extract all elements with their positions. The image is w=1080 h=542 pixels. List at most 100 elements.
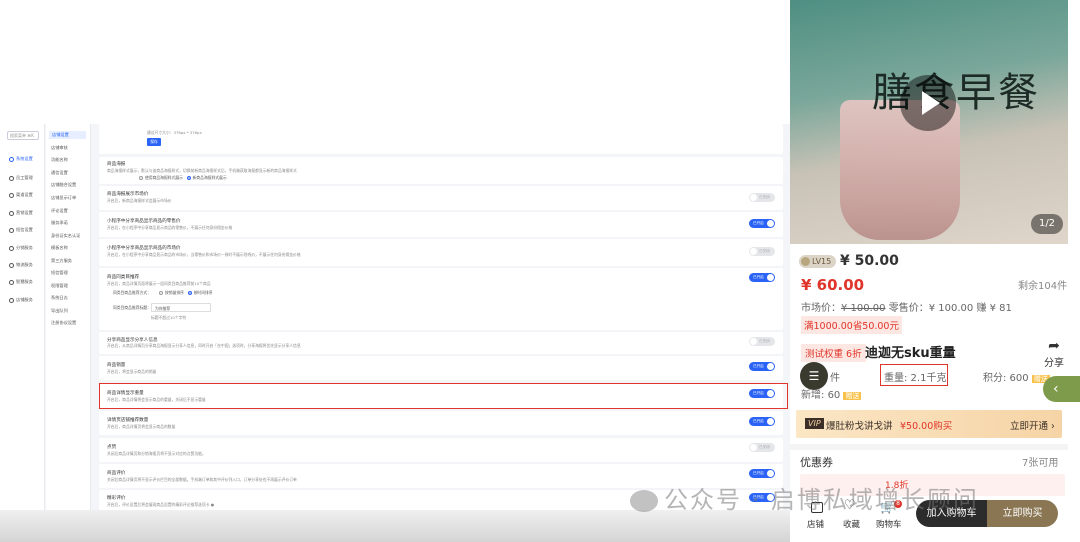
- nav1-item-shop[interactable]: 店铺服务: [9, 297, 33, 303]
- radio-new-style[interactable]: [186, 176, 191, 180]
- nav1-item-marketing[interactable]: 营销设置: [9, 210, 33, 216]
- settings-card-sharer-info: 分享商品显示分享人信息 开启后，从商品详情页分享商品海报显示分享人信息，同时开启…: [99, 332, 783, 354]
- channel-icon: [9, 192, 14, 198]
- nav1-item-staff[interactable]: 员工管理: [9, 175, 33, 181]
- radio-old-style[interactable]: [139, 176, 143, 180]
- toggle-switch[interactable]: 已关闭: [749, 193, 775, 202]
- radio-label: 使用商品海报样式展示: [145, 175, 183, 180]
- mobile-product-page: 膳食早餐 1/2 LV15 ¥ 50.00 ¥ 60.00 剩余104件 市场价…: [790, 0, 1080, 542]
- share-button[interactable]: ➦ 分享: [1040, 338, 1068, 369]
- toggle-switch[interactable]: 已开启: [749, 219, 775, 228]
- nav1-label: 系统设置: [16, 156, 33, 161]
- nav1-label: 短信设置: [16, 227, 33, 232]
- save-button[interactable]: 保存: [147, 138, 161, 146]
- product-name: 迪迦无sku重量: [865, 346, 956, 361]
- nav2-item[interactable]: 权限管理: [51, 283, 68, 289]
- nav1-item-distribution[interactable]: 分销服务: [9, 245, 33, 251]
- radio-by-time[interactable]: [187, 291, 192, 295]
- settings-card-share-retail: 小程序中分享商品显示商品的零售价 开启后，在小程序中分享商品显示商品的零售价，不…: [99, 212, 783, 237]
- size-hint: 建议尺寸大小：376px * 376px: [147, 130, 202, 135]
- toggle-switch[interactable]: 已关闭: [749, 443, 775, 452]
- section-title: 商品同类目推荐: [107, 275, 140, 280]
- nav1-label: 渠道设置: [16, 192, 33, 197]
- nav2-item[interactable]: 店铺审核: [51, 145, 68, 151]
- toggle-switch[interactable]: 已开启: [749, 273, 775, 282]
- nav2-item[interactable]: 导出队列: [51, 308, 68, 314]
- recommend-title-input[interactable]: 为你推荐: [151, 303, 211, 312]
- nav2-item[interactable]: 注册协议设置: [51, 320, 76, 326]
- buy-now-button[interactable]: 立即购买: [987, 500, 1058, 527]
- nav2-item[interactable]: 身份证实名认证: [51, 233, 80, 239]
- recommend-title-hint: 标题不超过10个字符: [151, 315, 187, 320]
- tab-favorite-label[interactable]: 收藏: [843, 518, 860, 530]
- wechat-icon: [630, 490, 658, 512]
- message-icon: [9, 227, 14, 233]
- section-title: 精彩评价: [107, 496, 126, 501]
- section-desc: 开启后，从商品详情页分享商品海报显示分享人信息，同时开启「在中国」选项时，分享海…: [107, 343, 301, 348]
- vip-text: 爆肚粉戈讲戈讲: [826, 421, 893, 432]
- section-desc: 开启后，将会显示商品的销量: [107, 369, 157, 374]
- nav-search-input[interactable]: 搜索菜单 ⌘K: [7, 131, 39, 140]
- vip-price: ¥50.00购买: [900, 421, 953, 432]
- nav2-item[interactable]: 功能名称: [51, 157, 68, 163]
- nav2-item[interactable]: 店铺融合设置: [51, 182, 76, 188]
- settings-card-recommend: 商品同类目推荐 开启后，商品详情页面将展示一组同类目商品推荐前10个商品 已开启…: [99, 268, 783, 330]
- toggle-switch[interactable]: 已关闭: [749, 247, 775, 256]
- distribution-icon: [9, 245, 14, 251]
- section-desc: 商品海报样式展示，默认与该商品海报样式，切换前新商品海报样式后，手机端获取海报都…: [107, 168, 297, 173]
- section-title: 商品海报: [107, 162, 126, 167]
- retail-price: ¥ 100.00: [928, 303, 974, 314]
- price-row: 市场价：¥ 100.00 零售价：¥ 100.00 赚 ¥ 81: [801, 299, 1012, 314]
- shop-icon: [9, 297, 14, 303]
- points-label: 积分: 600: [983, 373, 1029, 384]
- sales-unit: 件: [830, 373, 840, 384]
- nav1-item-system[interactable]: 系统设置: [9, 156, 33, 162]
- settings-card-poster-market: 商品海报展示市场价 开启后，新商品海报样式会展示市场价 已关闭: [99, 186, 783, 210]
- nav2-item[interactable]: 第三方服务: [51, 258, 72, 264]
- toggle-switch[interactable]: 已开启: [749, 469, 775, 478]
- product-hero-image[interactable]: 膳食早餐 1/2: [790, 0, 1068, 244]
- nav2-item[interactable]: 评论设置: [51, 208, 68, 214]
- member-price: ¥ 50.00: [840, 253, 899, 269]
- nav1-item-smart[interactable]: 智慧服务: [9, 279, 33, 285]
- section-title: 小程序中分享商品显示商品的零售价: [107, 219, 181, 224]
- nav2-item[interactable]: 店铺设置: [49, 131, 86, 139]
- primary-nav: 搜索菜单 ⌘K 系统设置 员工管理 渠道设置 营销设置 短信设置 分销服务 物流…: [0, 124, 45, 510]
- settings-card-top: 建议尺寸大小：376px * 376px 保存: [99, 124, 783, 154]
- nav2-item[interactable]: 系统日志: [51, 295, 68, 301]
- section-desc: 开启后，评价设置后将会展现商品设置的精彩评论推荐选项卡 ●: [107, 502, 215, 507]
- tab-cart-label[interactable]: 购物车: [876, 518, 902, 530]
- user-icon: [9, 175, 14, 181]
- section-title: 点赞: [107, 445, 117, 450]
- nav1-item-channel[interactable]: 渠道设置: [9, 192, 33, 198]
- toggle-switch[interactable]: 已开启: [749, 362, 775, 371]
- section-desc: 关闭后商品详情页将不显示评价栏目的全部数据。手机端订单和其中评价列入口，订单分享…: [107, 477, 297, 482]
- nav2-item[interactable]: 通信设置: [51, 170, 68, 176]
- nav1-label: 营销设置: [16, 210, 33, 215]
- nav2-item[interactable]: 短信管理: [51, 270, 68, 276]
- nav2-item[interactable]: 店铺显示订单: [51, 195, 76, 201]
- coupon-count[interactable]: 7张可用: [1022, 454, 1058, 469]
- nav2-item[interactable]: 服务承诺: [51, 220, 68, 226]
- vip-banner[interactable]: VIP 爆肚粉戈讲戈讲 ¥50.00购买 立即开通 ›: [796, 410, 1062, 438]
- weight-highlight: [880, 364, 948, 386]
- share-label: 分享: [1044, 358, 1064, 369]
- nav1-item-logistics[interactable]: 物流服务: [9, 262, 33, 268]
- back-arrow-icon[interactable]: ‹: [1043, 376, 1080, 402]
- recommend-mode-options: 按销量排序 按时间排序: [159, 290, 213, 296]
- settings-content: 建议尺寸大小：376px * 376px 保存 商品海报 商品海报样式展示，默认…: [99, 124, 787, 510]
- play-icon[interactable]: [900, 75, 956, 131]
- radio-by-sales[interactable]: [159, 291, 163, 295]
- recommend-mode-label: 同类目商品推荐方式：: [113, 290, 151, 295]
- section-title: 商品销量: [107, 363, 126, 368]
- nav2-item[interactable]: 模板名称: [51, 245, 68, 251]
- nav1-item-sms[interactable]: 短信设置: [9, 227, 33, 233]
- tab-shop-label[interactable]: 店铺: [807, 518, 824, 530]
- toggle-switch[interactable]: 已开启: [749, 417, 775, 426]
- toggle-switch[interactable]: 已关闭: [749, 337, 775, 346]
- vip-open-link[interactable]: 立即开通 ›: [1010, 418, 1055, 432]
- settings-card-shop-recommend: 详情页店铺推荐数量 开启后，商品详情页将会显示商品的数量 已开启: [99, 411, 783, 435]
- nav1-label: 分销服务: [16, 245, 33, 250]
- bonus-prefix: 新增:: [801, 390, 825, 401]
- watermark: 公众号 · 启博私域增长顾问: [630, 480, 979, 515]
